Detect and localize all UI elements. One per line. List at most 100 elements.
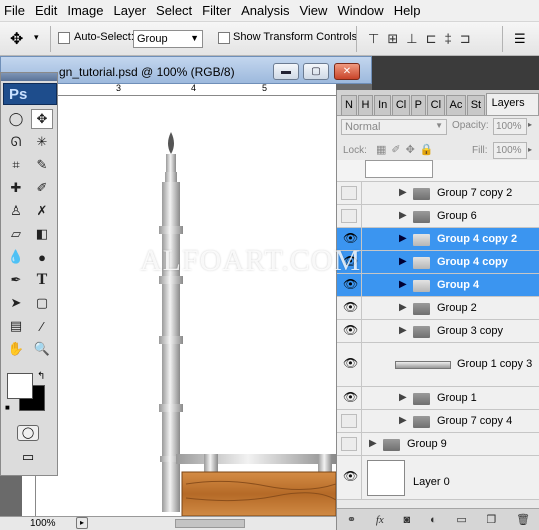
distribute-icon[interactable]: ☰	[514, 31, 526, 47]
visibility-toggle[interactable]: 👁	[341, 300, 358, 315]
crop-tool-icon[interactable]: ⌗	[5, 155, 27, 175]
visibility-toggle[interactable]: 👁	[341, 277, 358, 292]
move-tool-icon[interactable]: ✥	[31, 109, 53, 129]
tab-layers[interactable]: Layers ✕	[485, 93, 539, 115]
link-layers-icon[interactable]: ⚭	[347, 513, 356, 526]
menu-analysis[interactable]: Analysis	[237, 0, 295, 22]
blend-mode-dropdown[interactable]: Normal ▼	[341, 119, 447, 135]
menu-window[interactable]: Window	[333, 0, 389, 22]
lock-position-icon[interactable]: ✥	[406, 143, 415, 156]
trash-icon[interactable]: 🗑	[516, 513, 530, 526]
align-vcenter-icon[interactable]: ⊞	[387, 31, 398, 47]
menu-edit[interactable]: Edit	[31, 0, 63, 22]
expand-triangle-icon[interactable]: ▶	[399, 392, 407, 403]
layer-row[interactable]: 👁 ▶ Group 1	[337, 387, 539, 410]
visibility-toggle[interactable]	[341, 209, 357, 223]
visibility-toggle[interactable]: 👁	[341, 323, 358, 338]
visibility-toggle[interactable]	[341, 414, 357, 428]
adjustment-layer-icon[interactable]: ◐	[430, 514, 437, 526]
expand-triangle-icon[interactable]: ▶	[399, 210, 407, 221]
layer-row[interactable]: 👁 Layer 0	[337, 456, 539, 500]
shape-tool-icon[interactable]: ▢	[31, 293, 53, 313]
visibility-toggle[interactable]	[341, 437, 357, 451]
menu-select[interactable]: Select	[152, 0, 198, 22]
brush-tool-icon[interactable]: ✐	[31, 178, 53, 198]
magic-wand-tool-icon[interactable]: ✳	[31, 132, 53, 152]
expand-triangle-icon[interactable]: ▶	[399, 302, 407, 313]
dodge-tool-icon[interactable]: ●	[31, 247, 53, 267]
horizontal-scrollbar[interactable]	[175, 519, 245, 528]
expand-triangle-icon[interactable]: ▶	[399, 279, 407, 290]
lock-pixels-icon[interactable]: ✐	[391, 143, 400, 156]
minimize-button[interactable]: ▬	[273, 63, 299, 80]
tab-paths[interactable]: P	[410, 95, 426, 115]
blur-tool-icon[interactable]: 💧	[5, 247, 27, 267]
layer-style-icon[interactable]: fx	[376, 514, 384, 526]
swap-colors-icon[interactable]: ↰	[37, 371, 45, 382]
tab-navigator[interactable]: N	[341, 95, 357, 115]
tab-channels[interactable]: Cl	[426, 95, 445, 115]
gradient-tool-icon[interactable]: ◧	[31, 224, 53, 244]
healing-brush-tool-icon[interactable]: ✚	[5, 178, 27, 198]
fill-field[interactable]: 100%	[493, 142, 527, 159]
layer-row[interactable]: ▶ Group 9	[337, 433, 539, 456]
new-layer-icon[interactable]: ❐	[487, 513, 497, 526]
expand-triangle-icon[interactable]: ▶	[399, 325, 407, 336]
layer-row[interactable]: 👁 ▶ Group 4 copy	[337, 251, 539, 274]
menu-file[interactable]: File	[0, 0, 31, 22]
fill-arrow-icon[interactable]: ▸	[528, 145, 532, 154]
expand-triangle-icon[interactable]: ▶	[399, 415, 407, 426]
align-top-icon[interactable]: ⊤	[368, 31, 379, 47]
layer-row[interactable]: ▶ Group 7 copy 4	[337, 410, 539, 433]
screen-mode-icon[interactable]: ▭	[17, 449, 39, 465]
hand-tool-icon[interactable]: ✋	[5, 339, 27, 359]
align-right-icon[interactable]: ⊐	[460, 31, 471, 47]
visibility-toggle[interactable]: 👁	[341, 254, 358, 269]
eraser-tool-icon[interactable]: ▱	[5, 224, 27, 244]
eyedropper-tool-icon[interactable]: ✎	[31, 155, 53, 175]
menu-image[interactable]: Image	[63, 0, 109, 22]
visibility-toggle[interactable]: 👁	[341, 469, 358, 484]
layer-row-partial[interactable]	[337, 160, 539, 182]
maximize-button[interactable]: ▢	[303, 63, 329, 80]
zoom-tool-icon[interactable]: 🔍	[31, 339, 53, 359]
close-button[interactable]: ✕	[334, 63, 360, 80]
tools-panel-header[interactable]	[1, 73, 57, 81]
type-tool-icon[interactable]: T	[31, 270, 53, 290]
tab-info[interactable]: In	[374, 95, 391, 115]
menu-view[interactable]: View	[295, 0, 333, 22]
status-menu-icon[interactable]: ▸	[76, 517, 88, 529]
align-left-icon[interactable]: ⊏	[426, 31, 437, 47]
auto-select-checkbox[interactable]	[58, 32, 70, 44]
lock-transparency-icon[interactable]: ▦	[376, 143, 386, 156]
layer-row[interactable]: ▶ Group 7 copy 2	[337, 182, 539, 205]
default-colors-icon[interactable]: ■	[5, 403, 10, 412]
layer-row[interactable]: 👁 ▶ Group 2	[337, 297, 539, 320]
show-transform-checkbox[interactable]	[218, 32, 230, 44]
eyedropper-sample-tool-icon[interactable]: ⁄	[31, 316, 53, 336]
tab-styles[interactable]: St	[466, 95, 485, 115]
marquee-tool-icon[interactable]: ◯	[5, 109, 27, 129]
tab-actions[interactable]: Ac	[445, 95, 466, 115]
layer-row[interactable]: ▶ Group 6	[337, 205, 539, 228]
expand-triangle-icon[interactable]: ▶	[399, 187, 407, 198]
layer-row[interactable]: 👁 ▶ Group 4 copy 2	[337, 228, 539, 251]
quick-mask-icon[interactable]: ◯	[17, 425, 39, 441]
move-tool-icon[interactable]: ✥	[10, 29, 23, 49]
menu-help[interactable]: Help	[390, 0, 427, 22]
notes-tool-icon[interactable]: ▤	[5, 316, 27, 336]
lock-all-icon[interactable]: 🔒	[420, 143, 434, 156]
expand-triangle-icon[interactable]: ▶	[369, 438, 377, 449]
foreground-color-swatch[interactable]	[7, 373, 33, 399]
zoom-level[interactable]: 100%	[30, 518, 56, 529]
auto-select-dropdown[interactable]: Group ▼	[133, 30, 203, 48]
visibility-toggle[interactable]	[341, 186, 357, 200]
layer-row[interactable]: 👁 Group 1 copy 3	[337, 343, 539, 387]
visibility-toggle[interactable]: 👁	[341, 390, 358, 405]
history-brush-tool-icon[interactable]: ✗	[31, 201, 53, 221]
new-group-icon[interactable]: ▭	[456, 513, 466, 526]
align-bottom-icon[interactable]: ⊥	[406, 31, 417, 47]
canvas[interactable]	[36, 96, 336, 516]
tab-histogram[interactable]: H	[357, 95, 374, 115]
opacity-field[interactable]: 100%	[493, 118, 527, 135]
